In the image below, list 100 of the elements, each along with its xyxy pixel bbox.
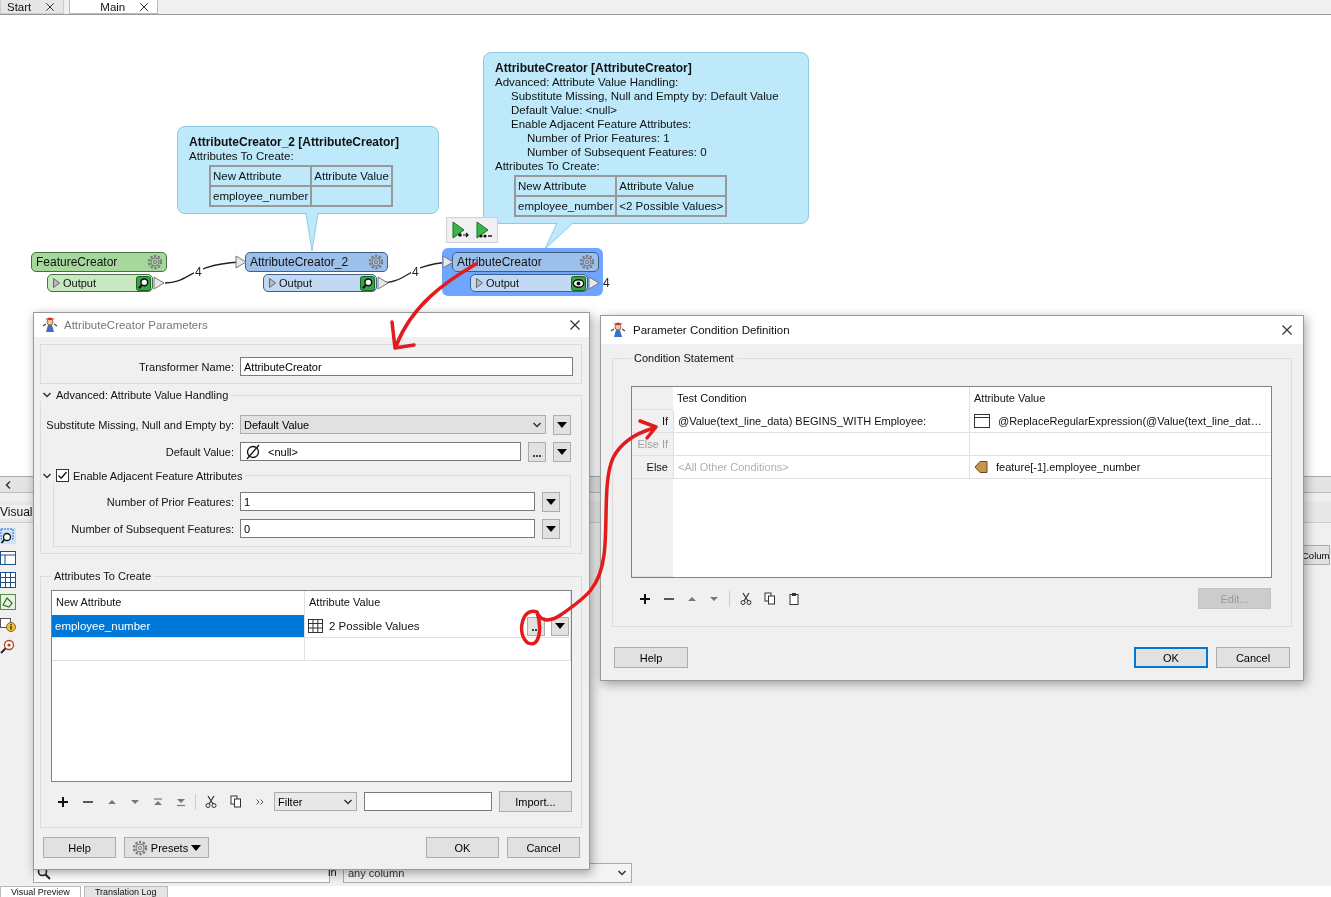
cancel-button[interactable]: Cancel — [1216, 647, 1290, 668]
port-label: Output — [486, 277, 521, 289]
callout-line: Number of Prior Features: 1 — [526, 131, 671, 145]
transformer-node[interactable]: AttributeCreator Output — [442, 248, 603, 296]
substitute-dropdown[interactable]: Default Value — [240, 415, 546, 434]
menu-button[interactable] — [542, 518, 560, 539]
column-header: Attribute Value — [616, 176, 727, 196]
cut-icon[interactable] — [205, 795, 217, 808]
table-icon — [308, 619, 323, 633]
plus-icon[interactable] — [57, 795, 69, 808]
cut-icon[interactable] — [740, 592, 752, 605]
callout-line: Default Value: <null> — [510, 103, 618, 117]
menu-button[interactable] — [553, 441, 571, 462]
callout-line: Number of Subsequent Features: 0 — [526, 145, 708, 159]
menu-button[interactable] — [551, 616, 569, 636]
field-label: Default Value: — [164, 445, 234, 458]
zoom-select-icon[interactable] — [0, 528, 16, 544]
callout-title: AttributeCreator_2 [AttributeCreator] — [189, 135, 401, 149]
name-field[interactable]: AttributeCreator — [240, 357, 573, 376]
column-header: Test Condition — [676, 391, 748, 406]
tab[interactable]: Translation Log — [83, 886, 168, 897]
table-cell[interactable]: @ReplaceRegularExpression(@Value(text_line_dat… — [998, 415, 1262, 427]
node-header[interactable]: FeatureCreator — [31, 252, 167, 272]
gear-icon[interactable] — [147, 254, 163, 270]
tab[interactable]: Main — [69, 0, 159, 14]
filter-field[interactable] — [363, 792, 492, 811]
table-cell: <2 Possible Values> — [616, 196, 727, 216]
close-icon[interactable] — [1281, 324, 1293, 336]
help-button[interactable]: Help — [614, 647, 688, 668]
group-title: Enable Adjacent Feature Attributes — [73, 469, 243, 482]
presets-button[interactable]: Presets — [124, 837, 209, 858]
more-icon[interactable] — [255, 796, 265, 807]
port-arrow-icon — [476, 278, 483, 288]
close-icon[interactable] — [139, 1, 150, 12]
magnifier-icon[interactable] — [136, 275, 151, 291]
table-cell[interactable]: feature[-1].employee_number — [996, 461, 1141, 473]
window-title: Parameter Condition Definition — [633, 324, 791, 336]
chevron-left-icon[interactable] — [3, 479, 13, 490]
port-label: Output — [279, 277, 314, 289]
transformer-node[interactable]: AttributeCreator_2 Output — [235, 248, 392, 296]
info-icon[interactable] — [0, 616, 16, 632]
magnifier-icon[interactable] — [360, 275, 375, 291]
filter-dropdown[interactable]: Filter — [274, 792, 357, 811]
import-button[interactable]: Import... — [498, 791, 572, 812]
map-icon[interactable] — [0, 594, 16, 610]
plus-icon[interactable] — [639, 592, 651, 605]
panel-icon[interactable] — [0, 550, 16, 566]
copy-icon[interactable] — [764, 592, 776, 605]
table-view-icon[interactable] — [0, 572, 16, 588]
column-header: Attribute Value — [311, 166, 392, 186]
output-port[interactable]: Output — [263, 274, 377, 292]
table-cell[interactable]: @Value(text_line_data) BEGINS_WITH Employee: — [673, 410, 969, 433]
collapse-icon[interactable] — [42, 390, 52, 400]
port-arrow-icon — [269, 278, 276, 288]
input-port-icon[interactable] — [235, 255, 247, 269]
run-to-icon[interactable] — [475, 221, 493, 239]
callout-line: Attributes To Create: — [495, 159, 601, 173]
input-field[interactable]: 1 — [240, 492, 535, 511]
menu-button[interactable] — [542, 491, 560, 512]
callout-line: Enable Adjacent Feature Attributes: — [510, 117, 693, 131]
menu-button[interactable] — [553, 414, 571, 435]
eye-icon[interactable] — [571, 275, 586, 291]
input-field[interactable]: 0 — [240, 519, 535, 538]
checkbox[interactable] — [56, 469, 69, 482]
transformer-node[interactable]: FeatureCreator Output — [19, 248, 170, 296]
field-label: Number of Prior Features: — [105, 495, 234, 508]
chevron-icon[interactable] — [617, 868, 627, 878]
close-icon[interactable] — [569, 319, 581, 331]
input-port-icon[interactable] — [442, 255, 454, 269]
tab[interactable]: Visual Preview — [0, 886, 81, 897]
paste-icon[interactable] — [788, 592, 800, 605]
help-button[interactable]: Help — [43, 837, 116, 858]
column-header: Attribute Value — [305, 591, 571, 615]
caret-icon — [557, 448, 567, 455]
table-cell[interactable]: employee_number — [52, 615, 305, 638]
ok-button[interactable]: OK — [426, 837, 499, 858]
field-label: Substitute Missing, Null and Empty by: — [45, 418, 234, 431]
ellipsis-icon — [533, 454, 541, 457]
node-header[interactable]: AttributeCreator — [452, 252, 599, 272]
inspect-icon[interactable] — [0, 638, 16, 654]
default-value-field[interactable]: <null> — [240, 442, 521, 461]
feature-count: 4 — [411, 266, 420, 279]
run-icon[interactable] — [451, 221, 469, 239]
node-header[interactable]: AttributeCreator_2 — [245, 252, 388, 272]
output-port[interactable]: Output — [47, 274, 153, 292]
move-bottom-icon[interactable] — [176, 796, 186, 807]
tab[interactable]: Start — [0, 0, 65, 14]
output-port[interactable]: Output — [470, 274, 588, 292]
caret-icon — [191, 844, 202, 851]
close-icon[interactable] — [45, 1, 56, 12]
copy-icon[interactable] — [230, 795, 242, 808]
app-icon — [42, 317, 58, 333]
column-header: New Attribute — [210, 166, 312, 186]
cancel-button[interactable]: Cancel — [507, 837, 580, 858]
ellipsis-button[interactable] — [528, 441, 546, 462]
presets-gear-icon[interactable] — [131, 839, 148, 856]
move-top-icon[interactable] — [153, 796, 163, 807]
attribute-icon — [974, 460, 988, 474]
callout-line: Attributes To Create: — [189, 149, 295, 163]
ok-button[interactable]: OK — [1134, 647, 1208, 668]
